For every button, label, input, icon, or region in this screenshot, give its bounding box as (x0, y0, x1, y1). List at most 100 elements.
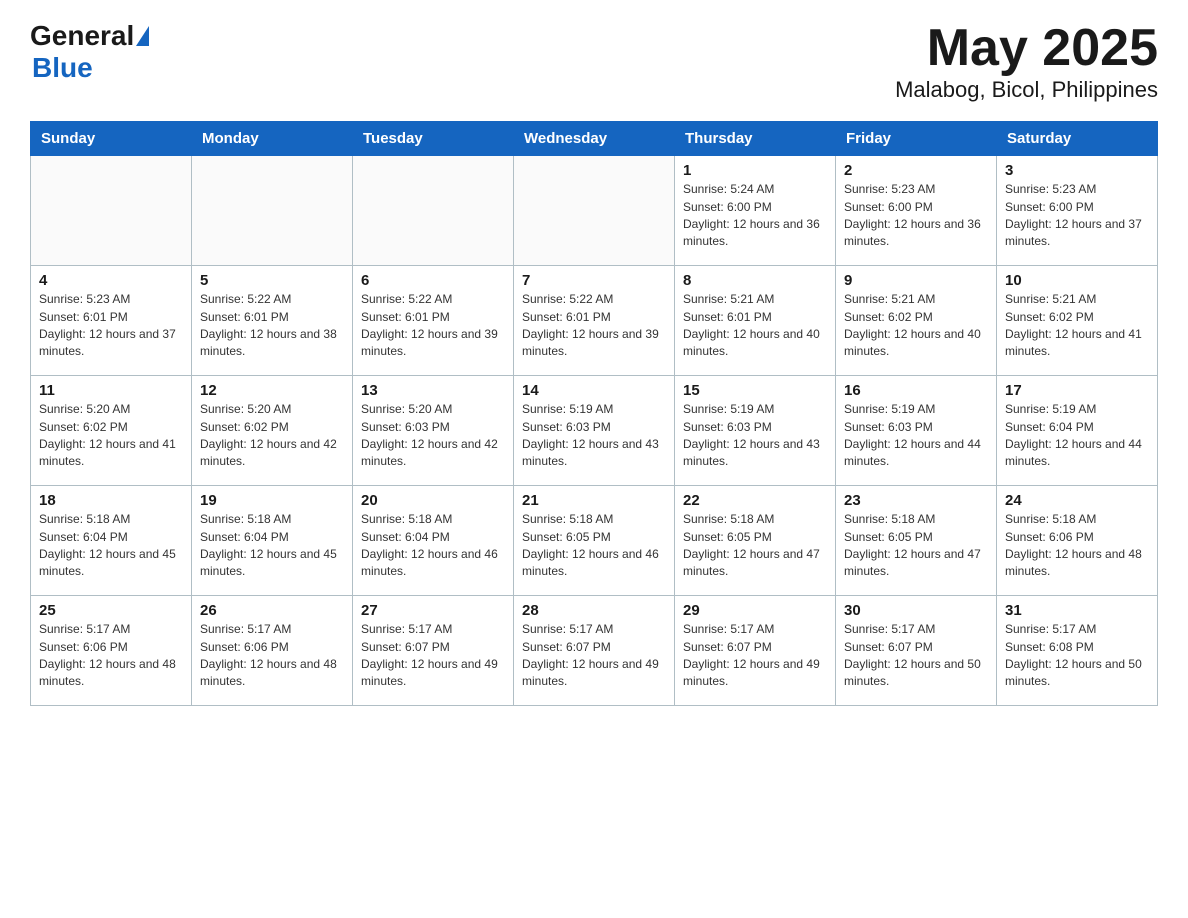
day-info: Sunrise: 5:19 AM Sunset: 6:03 PM Dayligh… (683, 401, 827, 471)
day-number: 25 (39, 602, 183, 619)
col-saturday: Saturday (997, 122, 1158, 156)
week-row-1: 1 Sunrise: 5:24 AM Sunset: 6:00 PM Daylig… (31, 156, 1158, 266)
day-number: 26 (200, 602, 344, 619)
day-number: 18 (39, 492, 183, 509)
day-info: Sunrise: 5:18 AM Sunset: 6:04 PM Dayligh… (200, 511, 344, 581)
day-cell: 1 Sunrise: 5:24 AM Sunset: 6:00 PM Daylig… (675, 156, 836, 266)
day-number: 29 (683, 602, 827, 619)
day-number: 7 (522, 272, 666, 289)
day-cell: 20Sunrise: 5:18 AM Sunset: 6:04 PM Dayli… (353, 486, 514, 596)
day-info: Sunrise: 5:17 AM Sunset: 6:07 PM Dayligh… (361, 621, 505, 691)
day-info: Sunrise: 5:17 AM Sunset: 6:08 PM Dayligh… (1005, 621, 1149, 691)
col-wednesday: Wednesday (514, 122, 675, 156)
day-cell (353, 156, 514, 266)
day-cell: 14 Sunrise: 5:19 AM Sunset: 6:03 PM Dayli… (514, 376, 675, 486)
calendar-month-year: May 2025 (895, 20, 1158, 77)
day-cell: 21Sunrise: 5:18 AM Sunset: 6:05 PM Dayli… (514, 486, 675, 596)
day-info: Sunrise: 5:18 AM Sunset: 6:04 PM Dayligh… (39, 511, 183, 581)
day-cell: 31Sunrise: 5:17 AM Sunset: 6:08 PM Dayli… (997, 596, 1158, 706)
col-monday: Monday (192, 122, 353, 156)
week-row-5: 25 Sunrise: 5:17 AM Sunset: 6:06 PM Dayli… (31, 596, 1158, 706)
week-row-4: 18 Sunrise: 5:18 AM Sunset: 6:04 PM Dayli… (31, 486, 1158, 596)
day-cell: 11 Sunrise: 5:20 AM Sunset: 6:02 PM Dayli… (31, 376, 192, 486)
day-cell: 9 Sunrise: 5:21 AM Sunset: 6:02 PM Daylig… (836, 266, 997, 376)
day-info: Sunrise: 5:22 AM Sunset: 6:01 PM Dayligh… (361, 291, 505, 361)
day-info: Sunrise: 5:21 AM Sunset: 6:02 PM Dayligh… (844, 291, 988, 361)
day-info: Sunrise: 5:20 AM Sunset: 6:03 PM Dayligh… (361, 401, 505, 471)
day-info: Sunrise: 5:17 AM Sunset: 6:07 PM Dayligh… (683, 621, 827, 691)
col-thursday: Thursday (675, 122, 836, 156)
logo-general-text: General (30, 20, 134, 52)
day-number: 19 (200, 492, 344, 509)
day-number: 13 (361, 382, 505, 399)
day-cell: 17 Sunrise: 5:19 AM Sunset: 6:04 PM Dayli… (997, 376, 1158, 486)
day-info: Sunrise: 5:22 AM Sunset: 6:01 PM Dayligh… (522, 291, 666, 361)
day-info: Sunrise: 5:23 AM Sunset: 6:01 PM Dayligh… (39, 291, 183, 361)
day-info: Sunrise: 5:22 AM Sunset: 6:01 PM Dayligh… (200, 291, 344, 361)
day-cell: 19 Sunrise: 5:18 AM Sunset: 6:04 PM Dayli… (192, 486, 353, 596)
day-number: 30 (844, 602, 988, 619)
day-number: 6 (361, 272, 505, 289)
day-number: 15 (683, 382, 827, 399)
day-info: Sunrise: 5:17 AM Sunset: 6:07 PM Dayligh… (522, 621, 666, 691)
day-cell: 16 Sunrise: 5:19 AM Sunset: 6:03 PM Dayli… (836, 376, 997, 486)
day-cell: 3Sunrise: 5:23 AM Sunset: 6:00 PM Daylig… (997, 156, 1158, 266)
days-of-week-row: Sunday Monday Tuesday Wednesday Thursday… (31, 122, 1158, 156)
day-cell: 13 Sunrise: 5:20 AM Sunset: 6:03 PM Dayli… (353, 376, 514, 486)
col-sunday: Sunday (31, 122, 192, 156)
week-row-3: 11 Sunrise: 5:20 AM Sunset: 6:02 PM Dayli… (31, 376, 1158, 486)
day-info: Sunrise: 5:19 AM Sunset: 6:03 PM Dayligh… (844, 401, 988, 471)
day-number: 24 (1005, 492, 1149, 509)
day-number: 12 (200, 382, 344, 399)
day-info: Sunrise: 5:17 AM Sunset: 6:07 PM Dayligh… (844, 621, 988, 691)
day-number: 20 (361, 492, 505, 509)
day-number: 4 (39, 272, 183, 289)
day-number: 11 (39, 382, 183, 399)
day-info: Sunrise: 5:24 AM Sunset: 6:00 PM Dayligh… (683, 181, 827, 251)
calendar-header: Sunday Monday Tuesday Wednesday Thursday… (31, 122, 1158, 156)
day-number: 16 (844, 382, 988, 399)
day-number: 2 (844, 162, 988, 179)
day-number: 10 (1005, 272, 1149, 289)
day-info: Sunrise: 5:19 AM Sunset: 6:03 PM Dayligh… (522, 401, 666, 471)
day-cell: 5Sunrise: 5:22 AM Sunset: 6:01 PM Daylig… (192, 266, 353, 376)
day-number: 27 (361, 602, 505, 619)
day-info: Sunrise: 5:23 AM Sunset: 6:00 PM Dayligh… (1005, 181, 1149, 251)
day-info: Sunrise: 5:17 AM Sunset: 6:06 PM Dayligh… (200, 621, 344, 691)
day-number: 14 (522, 382, 666, 399)
day-cell: 7 Sunrise: 5:22 AM Sunset: 6:01 PM Daylig… (514, 266, 675, 376)
day-number: 22 (683, 492, 827, 509)
day-cell (31, 156, 192, 266)
day-info: Sunrise: 5:20 AM Sunset: 6:02 PM Dayligh… (200, 401, 344, 471)
calendar-table: Sunday Monday Tuesday Wednesday Thursday… (30, 121, 1158, 706)
day-cell: 26 Sunrise: 5:17 AM Sunset: 6:06 PM Dayli… (192, 596, 353, 706)
calendar-location: Malabog, Bicol, Philippines (895, 77, 1158, 103)
day-info: Sunrise: 5:21 AM Sunset: 6:02 PM Dayligh… (1005, 291, 1149, 361)
day-info: Sunrise: 5:18 AM Sunset: 6:05 PM Dayligh… (844, 511, 988, 581)
day-number: 1 (683, 162, 827, 179)
day-number: 17 (1005, 382, 1149, 399)
day-cell (514, 156, 675, 266)
day-info: Sunrise: 5:18 AM Sunset: 6:05 PM Dayligh… (683, 511, 827, 581)
logo-blue-text: Blue (32, 52, 93, 83)
day-cell: 6 Sunrise: 5:22 AM Sunset: 6:01 PM Daylig… (353, 266, 514, 376)
day-number: 23 (844, 492, 988, 509)
day-info: Sunrise: 5:20 AM Sunset: 6:02 PM Dayligh… (39, 401, 183, 471)
day-cell: 4 Sunrise: 5:23 AM Sunset: 6:01 PM Daylig… (31, 266, 192, 376)
col-friday: Friday (836, 122, 997, 156)
day-info: Sunrise: 5:23 AM Sunset: 6:00 PM Dayligh… (844, 181, 988, 251)
calendar-body: 1 Sunrise: 5:24 AM Sunset: 6:00 PM Daylig… (31, 156, 1158, 706)
day-number: 28 (522, 602, 666, 619)
day-number: 9 (844, 272, 988, 289)
day-cell: 15 Sunrise: 5:19 AM Sunset: 6:03 PM Dayli… (675, 376, 836, 486)
day-cell: 8Sunrise: 5:21 AM Sunset: 6:01 PM Daylig… (675, 266, 836, 376)
day-cell: 23 Sunrise: 5:18 AM Sunset: 6:05 PM Dayli… (836, 486, 997, 596)
day-cell: 2 Sunrise: 5:23 AM Sunset: 6:00 PM Daylig… (836, 156, 997, 266)
day-info: Sunrise: 5:21 AM Sunset: 6:01 PM Dayligh… (683, 291, 827, 361)
day-info: Sunrise: 5:19 AM Sunset: 6:04 PM Dayligh… (1005, 401, 1149, 471)
day-number: 21 (522, 492, 666, 509)
day-cell: 10 Sunrise: 5:21 AM Sunset: 6:02 PM Dayli… (997, 266, 1158, 376)
day-cell (192, 156, 353, 266)
day-cell: 25Sunrise: 5:17 AM Sunset: 6:06 PM Dayli… (31, 596, 192, 706)
calendar-title-block: May 2025 Malabog, Bicol, Philippines (895, 20, 1158, 103)
